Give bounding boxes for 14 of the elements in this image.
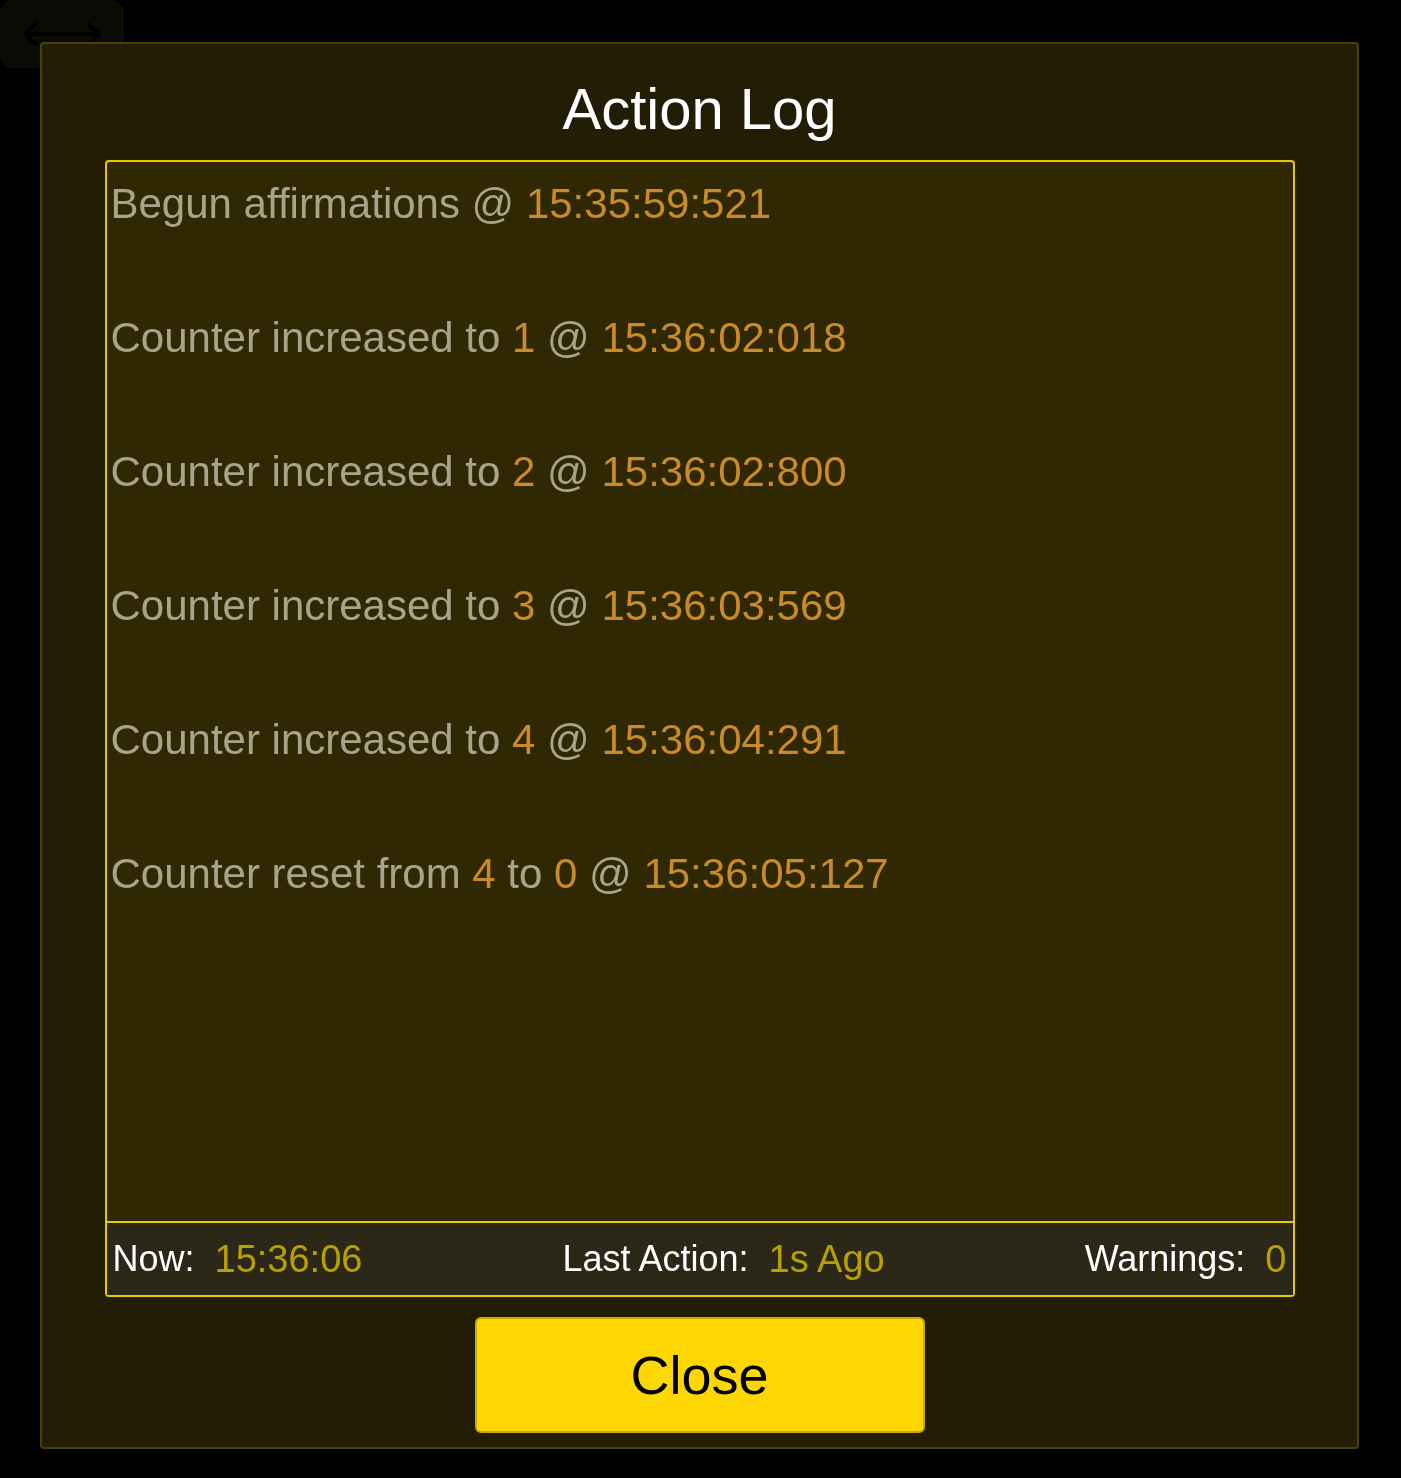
log-entry: Counter increased to 2 @ 15:36:02:800 [110,448,847,496]
status-value: 15:36:06 [214,1236,363,1282]
status-label: Warnings: [1084,1237,1246,1281]
log-entry: Counter increased to 4 @ 15:36:04:291 [110,716,847,764]
double-arrow-icon [21,19,103,49]
status-value: 1s Ago [768,1236,885,1282]
status-label: Now: [112,1237,195,1281]
log-entry: Counter reset from 4 to 0 @ 15:36:05:127 [110,850,889,898]
log-entry: Counter increased to 1 @ 15:36:02:018 [110,314,847,362]
log-entry: Counter increased to 3 @ 15:36:03:569 [110,582,847,630]
status-value: 0 [1265,1236,1287,1282]
log-entry: Begun affirmations @ 15:35:59:521 [110,180,772,228]
status-label: Last Action: [562,1237,749,1281]
close-button[interactable]: Close [474,1317,925,1433]
